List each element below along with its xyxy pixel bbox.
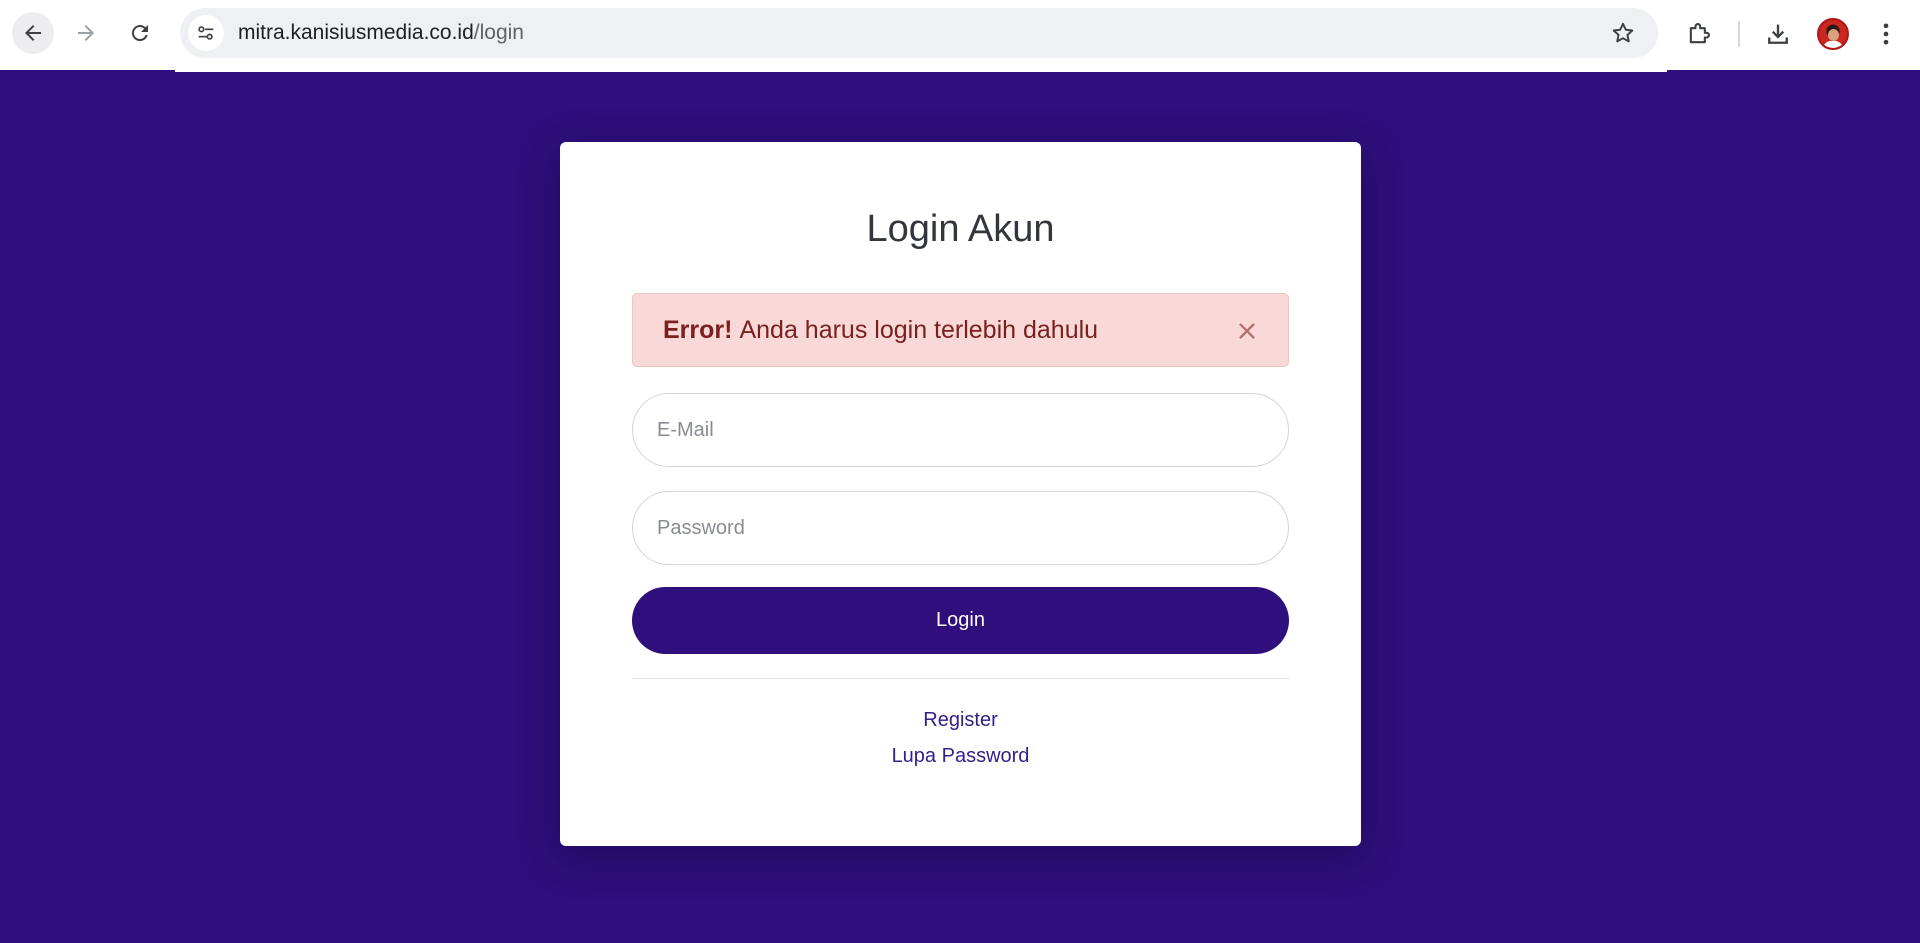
avatar-face: [1828, 29, 1839, 41]
puzzle-icon: [1689, 23, 1710, 44]
top-strip: [175, 70, 1667, 72]
reload-button[interactable]: [119, 12, 161, 54]
error-alert: Error! Anda harus login terlebih dahulu: [632, 293, 1289, 367]
divider: [632, 678, 1289, 679]
login-card: Login Akun Error! Anda harus login terle…: [560, 142, 1361, 846]
page-background: Login Akun Error! Anda harus login terle…: [0, 70, 1920, 943]
url-text[interactable]: mitra.kanisiusmedia.co.id/login: [238, 21, 524, 45]
url-host: mitra.kanisiusmedia.co.id: [238, 21, 474, 44]
extensions-button[interactable]: [1679, 14, 1719, 54]
forward-button[interactable]: [65, 12, 107, 54]
browser-menu-button[interactable]: [1866, 14, 1906, 54]
address-bar[interactable]: mitra.kanisiusmedia.co.id/login: [180, 8, 1658, 58]
site-info-button[interactable]: [188, 15, 224, 51]
forgot-password-link[interactable]: Lupa Password: [560, 745, 1361, 768]
email-field[interactable]: [632, 393, 1289, 467]
toolbar-divider: [1738, 21, 1740, 47]
browser-toolbar: mitra.kanisiusmedia.co.id/login: [0, 0, 1920, 70]
register-link[interactable]: Register: [560, 709, 1361, 732]
back-arrow-icon: [25, 25, 41, 41]
login-button[interactable]: Login: [632, 587, 1289, 654]
kebab-menu-icon: [1883, 23, 1889, 45]
reload-icon: [131, 25, 148, 42]
avatar-shirt: [1823, 41, 1843, 48]
downloads-button[interactable]: [1758, 14, 1798, 54]
star-icon[interactable]: [1610, 20, 1636, 46]
forward-arrow-icon: [78, 25, 94, 41]
avatar[interactable]: [1817, 18, 1849, 50]
alert-message: Anda harus login terlebih dahulu: [739, 315, 1099, 344]
back-button[interactable]: [12, 12, 54, 54]
site-settings-icon: [198, 26, 214, 40]
download-icon: [1768, 24, 1788, 44]
alert-strong: Error!: [663, 315, 733, 344]
close-icon[interactable]: [1236, 320, 1258, 342]
page-title: Login Akun: [866, 208, 1055, 250]
password-field[interactable]: [632, 491, 1289, 565]
url-path: /login: [473, 21, 524, 44]
